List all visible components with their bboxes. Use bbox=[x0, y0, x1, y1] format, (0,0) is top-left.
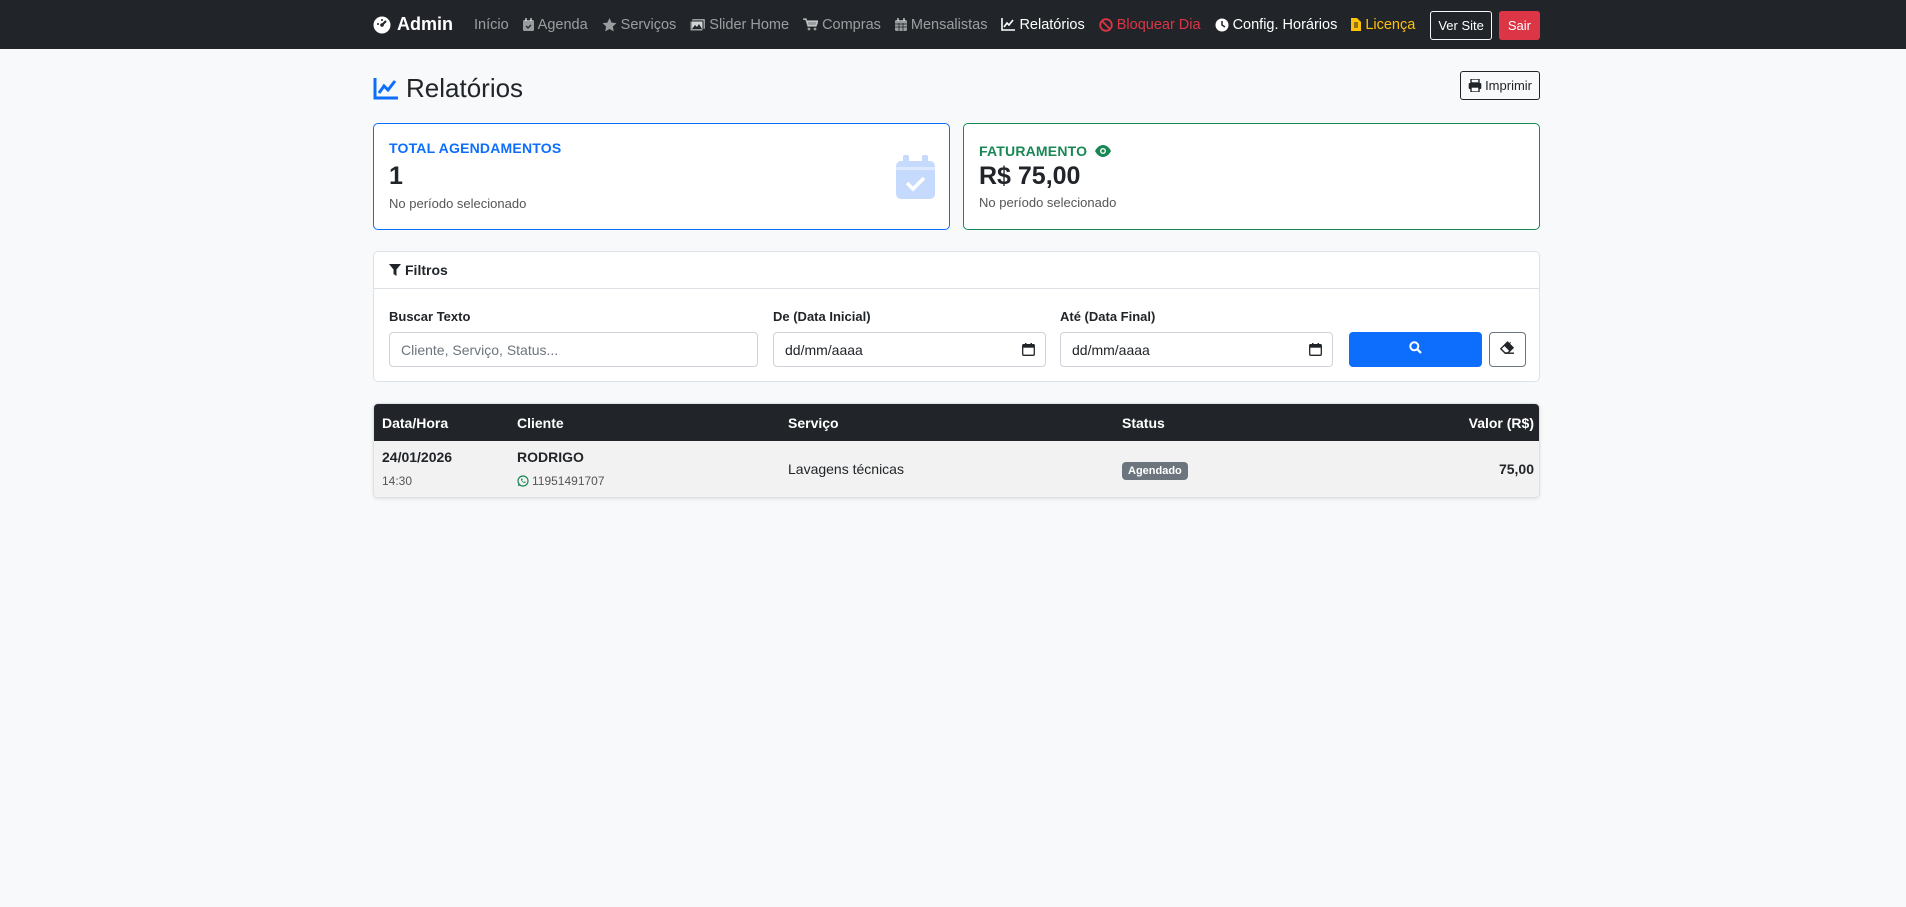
row-service: Lavagens técnicas bbox=[788, 461, 904, 477]
nav-item-bloquear-dia[interactable]: Bloquear Dia bbox=[1099, 17, 1201, 33]
row-phone-number: 11951491707 bbox=[532, 474, 605, 488]
calendar-icon bbox=[522, 18, 534, 31]
date-from-input[interactable]: dd/mm/aaaa bbox=[773, 332, 1046, 367]
dashboard-gauge-icon bbox=[373, 16, 391, 34]
stat-subtitle: No período selecionado bbox=[979, 195, 1117, 210]
cart-icon bbox=[803, 18, 819, 31]
stat-label-text: FATURAMENTO bbox=[979, 143, 1088, 159]
row-date: 24/01/2026 bbox=[382, 449, 453, 465]
date-to-label: Até (Data Final) bbox=[1060, 309, 1156, 324]
images-icon bbox=[690, 18, 706, 31]
stat-value: 1 bbox=[389, 162, 403, 190]
ver-site-button[interactable]: Ver Site bbox=[1430, 11, 1492, 40]
nav-item-compras[interactable]: Compras bbox=[803, 17, 881, 33]
stat-label: TOTAL AGENDAMENTOS bbox=[389, 140, 562, 156]
whatsapp-icon bbox=[517, 475, 529, 487]
calendar-grid-icon bbox=[894, 18, 907, 31]
nav-item-label: Compras bbox=[822, 16, 881, 33]
top-navbar: Admin Início Agenda Serviços Slider Home… bbox=[0, 0, 1906, 49]
eye-icon[interactable] bbox=[1095, 145, 1112, 157]
star-icon bbox=[602, 17, 617, 32]
page-title-text: Relatórios bbox=[406, 73, 524, 103]
page-header: Relatórios Imprimir bbox=[373, 71, 1540, 111]
nav-item-relatorios[interactable]: Relatórios bbox=[1001, 16, 1085, 33]
nav-item-label: Licença bbox=[1365, 16, 1416, 33]
date-from-label: De (Data Inicial) bbox=[773, 309, 871, 324]
print-label: Imprimir bbox=[1485, 78, 1532, 93]
faturamento-card: FATURAMENTO R$ 75,00 No período selecion… bbox=[963, 123, 1540, 230]
nav-item-config-horarios[interactable]: Config. Horários bbox=[1215, 16, 1338, 33]
chart-line-icon bbox=[373, 77, 398, 100]
nav-item-licenca[interactable]: Licença bbox=[1351, 17, 1415, 33]
table-header: Data/Hora Cliente Serviço Status Valor (… bbox=[374, 404, 1539, 441]
nav-item-label: Bloquear Dia bbox=[1116, 16, 1201, 33]
calendar-picker-icon[interactable] bbox=[1309, 343, 1322, 356]
nav-item-servicos[interactable]: Serviços bbox=[602, 16, 677, 33]
nav-item-label: Config. Horários bbox=[1232, 16, 1338, 33]
nav-item-mensalistas[interactable]: Mensalistas bbox=[894, 16, 988, 33]
appointments-table: Data/Hora Cliente Serviço Status Valor (… bbox=[373, 403, 1540, 498]
col-header-client: Cliente bbox=[517, 415, 564, 431]
filters-card: Filtros Buscar Texto Cliente, Serviço, S… bbox=[373, 251, 1540, 382]
nav-item-label: Mensalistas bbox=[910, 16, 988, 33]
nav-item-agenda[interactable]: Agenda bbox=[522, 16, 588, 33]
nav-item-label: Início bbox=[474, 16, 509, 33]
date-to-input[interactable]: dd/mm/aaaa bbox=[1060, 332, 1333, 367]
table-row[interactable]: 24/01/2026 14:30 RODRIGO 11951491707 Lav… bbox=[374, 441, 1539, 497]
filter-icon bbox=[389, 264, 401, 276]
nav-item-slider-home[interactable]: Slider Home bbox=[690, 17, 789, 33]
col-header-datetime: Data/Hora bbox=[382, 415, 449, 431]
search-icon bbox=[1409, 340, 1422, 359]
stat-value: R$ 75,00 bbox=[979, 162, 1081, 190]
print-button[interactable]: Imprimir bbox=[1460, 71, 1540, 100]
search-button[interactable] bbox=[1349, 332, 1482, 367]
col-header-service: Serviço bbox=[788, 415, 839, 431]
eraser-icon bbox=[1499, 340, 1515, 359]
row-client: RODRIGO bbox=[517, 449, 584, 465]
nav-item-label: Relatórios bbox=[1019, 16, 1085, 33]
nav-item-label: Slider Home bbox=[709, 16, 790, 33]
ban-icon bbox=[1099, 17, 1113, 32]
chart-line-icon bbox=[1001, 18, 1016, 31]
date-to-value: dd/mm/aaaa bbox=[1072, 341, 1150, 358]
calendar-picker-icon[interactable] bbox=[1022, 343, 1035, 356]
col-header-status: Status bbox=[1122, 415, 1165, 431]
search-text-input[interactable]: Cliente, Serviço, Status... bbox=[389, 332, 758, 367]
stat-subtitle: No período selecionado bbox=[389, 196, 527, 211]
file-icon bbox=[1351, 18, 1362, 31]
row-time: 14:30 bbox=[382, 474, 413, 488]
clock-icon bbox=[1215, 18, 1229, 32]
printer-icon bbox=[1468, 79, 1482, 92]
brand-label: Admin bbox=[397, 14, 453, 34]
date-from-value: dd/mm/aaaa bbox=[785, 341, 863, 358]
clear-filters-button[interactable] bbox=[1489, 332, 1526, 367]
row-phone[interactable]: 11951491707 bbox=[517, 474, 605, 488]
logout-button[interactable]: Sair bbox=[1498, 11, 1540, 40]
nav-item-inicio[interactable]: Início bbox=[474, 17, 509, 33]
nav-item-label: Serviços bbox=[620, 16, 677, 33]
col-header-value: Valor (R$) bbox=[1468, 415, 1534, 431]
search-text-label: Buscar Texto bbox=[389, 309, 471, 324]
brand[interactable]: Admin bbox=[373, 14, 453, 35]
calendar-check-icon bbox=[896, 155, 935, 204]
status-badge: Agendado bbox=[1122, 462, 1188, 480]
filters-title: Filtros bbox=[405, 262, 448, 278]
filters-header: Filtros bbox=[374, 252, 1539, 289]
stat-label: FATURAMENTO bbox=[979, 143, 1112, 159]
nav-item-label: Agenda bbox=[537, 16, 588, 33]
total-agendamentos-card: TOTAL AGENDAMENTOS 1 No período selecion… bbox=[373, 123, 950, 230]
row-value: 75,00 bbox=[1498, 461, 1534, 477]
page-title: Relatórios bbox=[373, 73, 523, 104]
